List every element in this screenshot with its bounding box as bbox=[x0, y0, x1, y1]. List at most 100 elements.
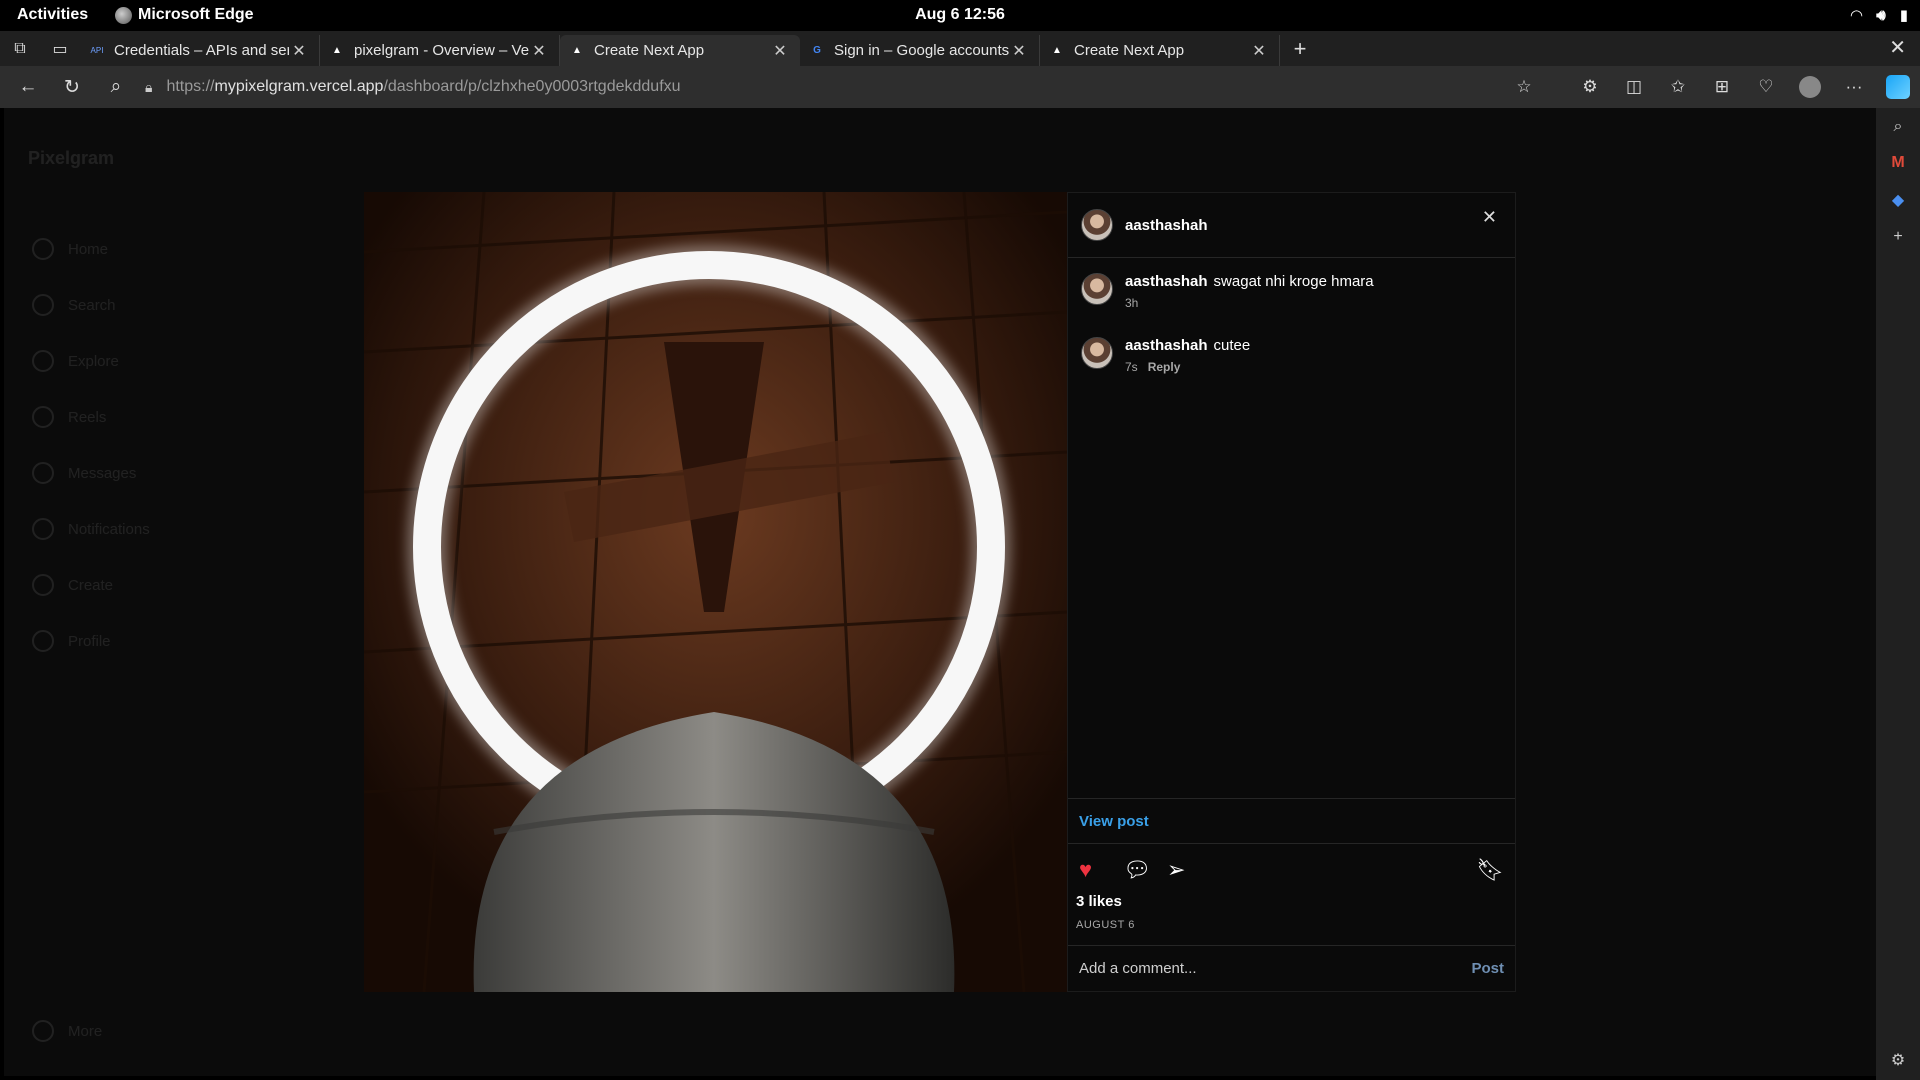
comment-line: aasthashah swagat nhi kroge hmara bbox=[1125, 273, 1374, 290]
tab-close-icon[interactable]: ✕ bbox=[289, 41, 309, 61]
google-icon: G bbox=[813, 45, 821, 56]
bg-nav-item: Notifications bbox=[32, 518, 150, 540]
new-tab-button[interactable]: + bbox=[1280, 36, 1320, 62]
view-post-link[interactable]: View post bbox=[1079, 813, 1149, 830]
close-icon[interactable]: ✕ bbox=[1482, 207, 1497, 228]
bg-nav-label: Reels bbox=[68, 408, 107, 426]
nav-icon bbox=[32, 462, 54, 484]
heart-icon[interactable]: ♥ bbox=[1079, 857, 1123, 883]
lock-icon[interactable]: 🔒︎ bbox=[145, 79, 152, 96]
vercel-icon: ▲ bbox=[1052, 45, 1062, 56]
post-actions: ♥ 💬︎ ➢ 🔖︎ bbox=[1079, 857, 1504, 883]
shopping-tag-icon[interactable]: ◆ bbox=[1892, 190, 1904, 210]
comment-input[interactable] bbox=[1079, 960, 1472, 977]
sidebar-search-icon[interactable]: ⌕ bbox=[1894, 118, 1903, 136]
commenter-username[interactable]: aasthashah bbox=[1125, 337, 1208, 354]
bg-nav-item: Reels bbox=[32, 406, 106, 428]
bg-nav-item: Profile bbox=[32, 630, 111, 652]
commenter-avatar[interactable] bbox=[1081, 273, 1113, 305]
nav-icon bbox=[32, 406, 54, 428]
reply-button[interactable]: Reply bbox=[1148, 360, 1181, 374]
share-icon[interactable]: ➢ bbox=[1167, 857, 1211, 883]
nav-icon bbox=[32, 630, 54, 652]
nav-icon bbox=[32, 238, 54, 260]
toolbar-actions: ☆ ⚙ ◫ ✩ ⊞ ♡ ··· bbox=[1502, 66, 1920, 108]
favorite-star-icon[interactable]: ☆ bbox=[1502, 77, 1546, 97]
commenter-avatar[interactable] bbox=[1081, 337, 1113, 369]
profile-avatar-icon[interactable] bbox=[1799, 76, 1821, 98]
more-menu-icon[interactable]: ··· bbox=[1832, 77, 1876, 97]
split-screen-icon[interactable]: ◫ bbox=[1612, 77, 1656, 97]
view-post-row: View post bbox=[1068, 798, 1515, 844]
comment-item: aasthashah cutee 7s Reply bbox=[1081, 337, 1250, 374]
comment-line: aasthashah cutee bbox=[1125, 337, 1250, 354]
author-username[interactable]: aasthashah bbox=[1125, 217, 1208, 234]
comment-text: cutee bbox=[1213, 337, 1251, 354]
likes-count[interactable]: 3 likes bbox=[1076, 893, 1122, 910]
copilot-icon[interactable] bbox=[1886, 75, 1910, 99]
tab-close-icon[interactable]: ✕ bbox=[770, 41, 790, 61]
tab-0[interactable]: API Credentials – APIs and ser ✕ bbox=[80, 35, 320, 66]
battery-icon: ▮ bbox=[1899, 7, 1908, 24]
bookmark-icon[interactable]: 🔖︎ bbox=[1476, 857, 1504, 883]
tab-actions-icon[interactable]: ▭ bbox=[40, 31, 80, 66]
nav-icon bbox=[32, 574, 54, 596]
nav-icon bbox=[32, 350, 54, 372]
tab-1[interactable]: ▲ pixelgram - Overview – Ve ✕ bbox=[320, 35, 560, 66]
bg-nav-item: Search bbox=[32, 294, 116, 316]
bg-nav-label: Profile bbox=[68, 632, 111, 650]
bg-nav-label: Explore bbox=[68, 352, 119, 370]
tab-close-icon[interactable]: ✕ bbox=[1249, 41, 1269, 61]
search-icon[interactable]: ⌕ bbox=[94, 66, 138, 108]
url-field[interactable]: 🔒︎ https://mypixelgram.vercel.app/dashbo… bbox=[145, 71, 1545, 103]
refresh-icon[interactable]: ↻ bbox=[50, 66, 94, 108]
app-name-label: Microsoft Edge bbox=[138, 6, 254, 23]
tab-title: Create Next App bbox=[1074, 42, 1185, 59]
system-tray[interactable]: ◠ 🔊︎ ▮ bbox=[1850, 6, 1908, 25]
app-menu[interactable]: Microsoft Edge bbox=[115, 6, 254, 24]
favorites-icon[interactable]: ✩ bbox=[1656, 77, 1700, 97]
edge-icon bbox=[115, 6, 132, 24]
tab-title: Credentials – APIs and ser bbox=[114, 42, 289, 59]
bg-nav-label: Create bbox=[68, 576, 114, 594]
tab-2[interactable]: ▲ Create Next App ✕ bbox=[560, 35, 800, 66]
tab-close-icon[interactable]: ✕ bbox=[1009, 41, 1029, 61]
vercel-icon: ▲ bbox=[332, 45, 342, 56]
commenter-username[interactable]: aasthashah bbox=[1125, 273, 1208, 290]
bg-nav-item: Home bbox=[32, 238, 108, 260]
post-modal: aasthashah ✕ aasthashah swagat nhi kroge … bbox=[364, 192, 1516, 992]
extensions-icon[interactable]: ⚙ bbox=[1568, 77, 1612, 97]
comment-meta: 7s Reply bbox=[1125, 360, 1250, 374]
post-comment-button[interactable]: Post bbox=[1471, 960, 1504, 977]
bg-nav-item: Explore bbox=[32, 350, 119, 372]
api-icon: API bbox=[90, 46, 104, 55]
author-avatar[interactable] bbox=[1081, 209, 1113, 241]
app-logo: Pixelgram bbox=[28, 148, 115, 168]
window-close-icon[interactable]: ✕ bbox=[1889, 35, 1906, 60]
bg-nav-label: Notifications bbox=[68, 520, 150, 538]
wifi-icon: ◠ bbox=[1850, 7, 1863, 24]
system-top-bar: Activities Microsoft Edge Aug 6 12:56 ◠ … bbox=[0, 0, 1920, 31]
tab-title: pixelgram - Overview – Ve bbox=[354, 42, 529, 59]
add-sidebar-app-icon[interactable]: + bbox=[1893, 228, 1902, 246]
post-header: aasthashah ✕ bbox=[1068, 193, 1515, 258]
tab-4[interactable]: ▲ Create Next App ✕ bbox=[1040, 35, 1280, 66]
web-page: Pixelgram Home Search Explore Reels Messages… bbox=[4, 108, 1876, 1076]
bg-nav-label: Messages bbox=[68, 464, 137, 482]
browser-essentials-icon[interactable]: ♡ bbox=[1744, 77, 1788, 97]
menu-icon bbox=[32, 1020, 54, 1042]
tab-close-icon[interactable]: ✕ bbox=[529, 41, 549, 61]
url-host: mypixelgram.vercel.app bbox=[214, 78, 384, 95]
vercel-icon: ▲ bbox=[572, 45, 582, 56]
back-icon[interactable]: ← bbox=[6, 66, 50, 108]
workspaces-icon[interactable]: ⧉ bbox=[0, 31, 40, 66]
comment-time: 7s bbox=[1125, 360, 1138, 374]
comment-icon[interactable]: 💬︎ bbox=[1123, 857, 1167, 883]
clock[interactable]: Aug 6 12:56 bbox=[915, 6, 1005, 24]
gmail-icon[interactable]: M bbox=[1891, 154, 1904, 172]
sidebar-settings-icon[interactable]: ⚙ bbox=[1891, 1050, 1905, 1070]
activities-button[interactable]: Activities bbox=[17, 6, 88, 24]
tab-3[interactable]: G Sign in – Google accounts ✕ bbox=[800, 35, 1040, 66]
comment-meta: 3h bbox=[1125, 296, 1374, 310]
collections-icon[interactable]: ⊞ bbox=[1700, 77, 1744, 97]
